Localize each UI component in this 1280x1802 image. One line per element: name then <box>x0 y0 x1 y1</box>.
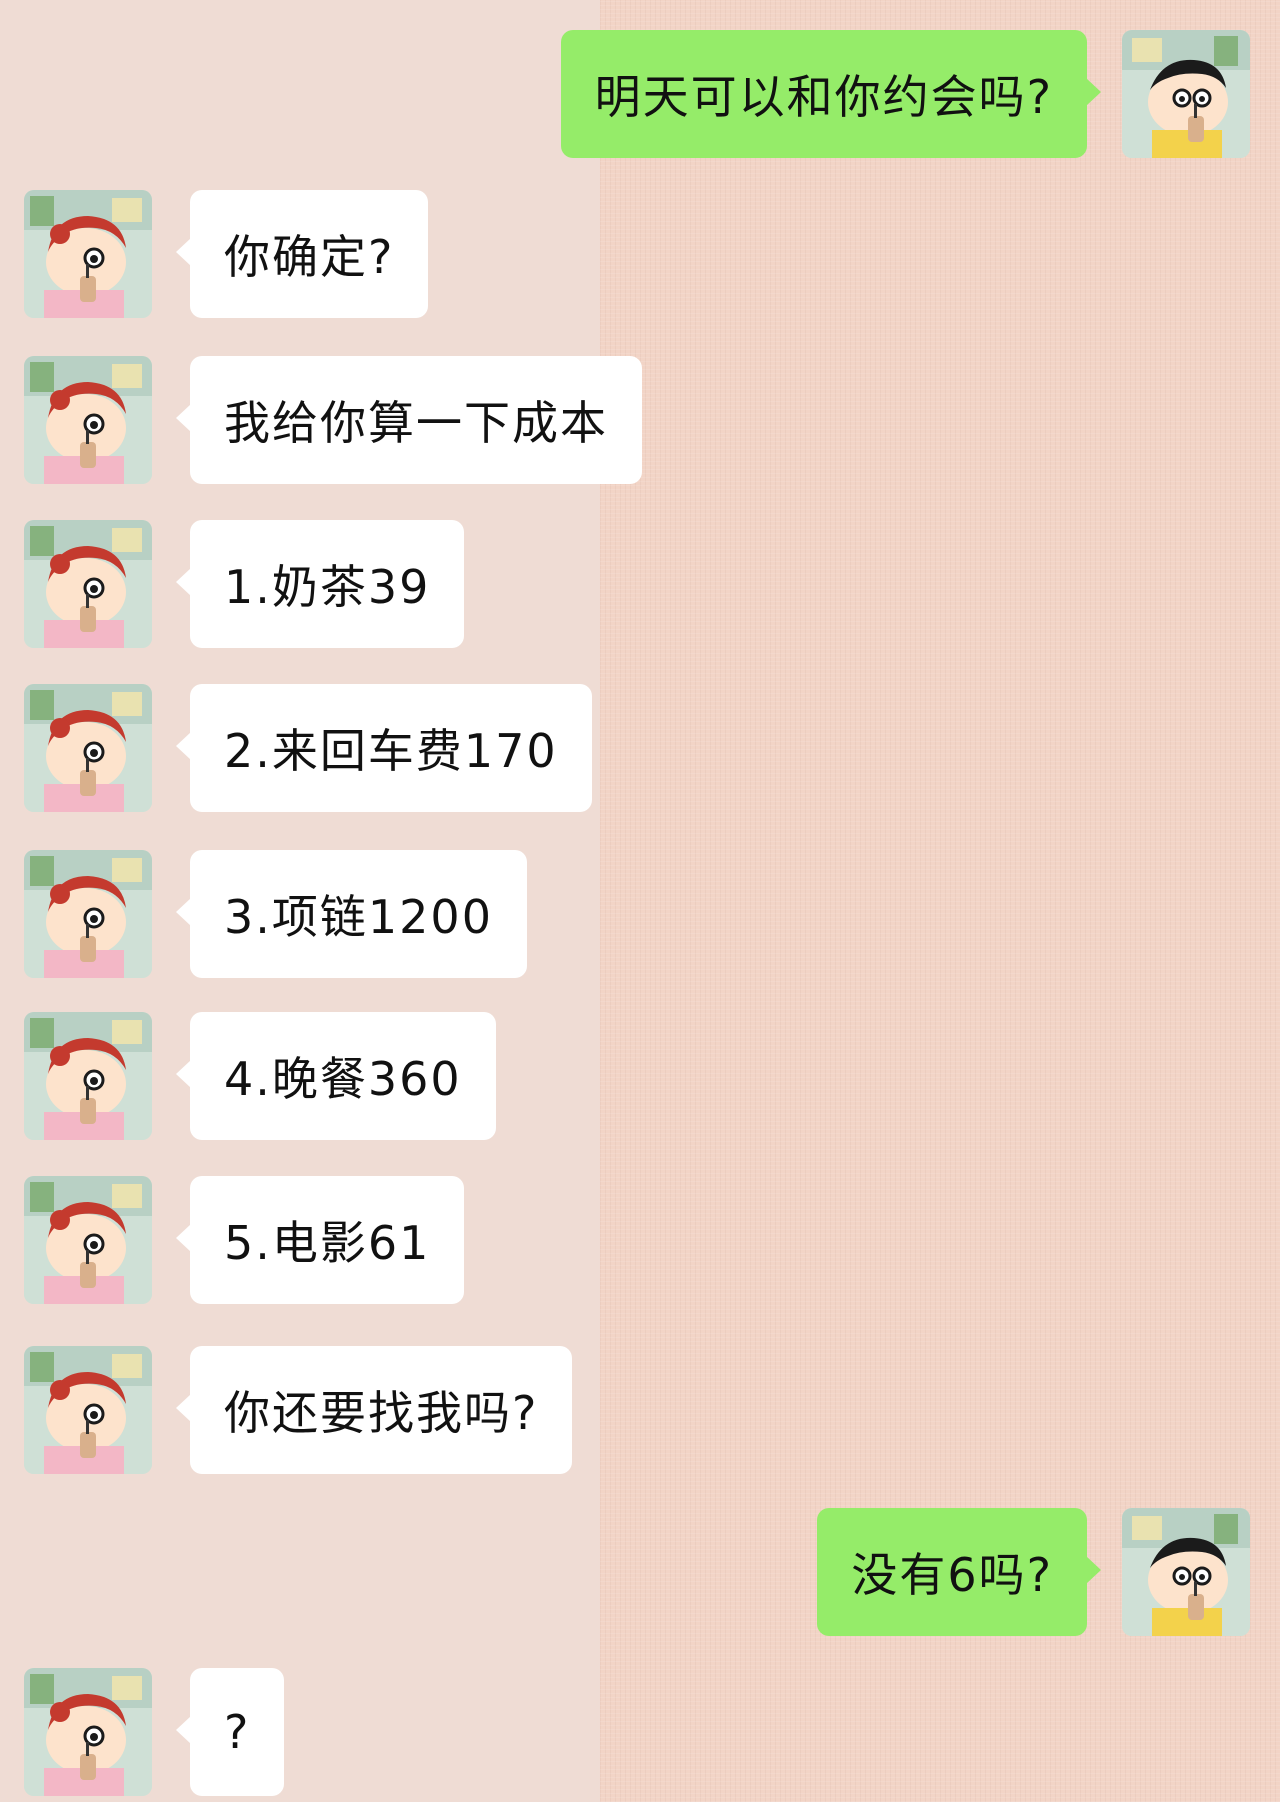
contact-avatar-icon[interactable] <box>24 850 152 978</box>
contact-avatar-icon[interactable] <box>24 1176 152 1304</box>
message-text: ? <box>224 1705 251 1759</box>
message-text: 你还要找我吗? <box>224 1386 539 1440</box>
message-bubble-incoming[interactable]: 2.来回车费170 <box>176 684 592 812</box>
contact-avatar-icon[interactable] <box>24 356 152 484</box>
message-bubble-incoming[interactable]: 4.晚餐360 <box>176 1012 496 1140</box>
message-text: 没有6吗? <box>851 1548 1053 1602</box>
chat-area: 明天可以和你约会吗? 你确定? 我给你算一下成本 1.奶茶39 2.来回车费17… <box>0 0 1280 1802</box>
message-text: 你确定? <box>224 230 395 284</box>
message-bubble-incoming[interactable]: 5.电影61 <box>175 1176 465 1304</box>
self-avatar-icon[interactable] <box>1122 30 1250 158</box>
message-bubble-incoming[interactable]: 我给你算一下成本 <box>176 356 642 484</box>
message-text: 2.来回车费170 <box>224 724 558 778</box>
message-text: 4.晚餐360 <box>224 1052 462 1106</box>
contact-avatar-icon[interactable] <box>24 190 152 318</box>
self-avatar-icon[interactable] <box>1122 1508 1250 1636</box>
contact-avatar-icon[interactable] <box>24 1346 152 1474</box>
message-bubble-incoming[interactable]: 你确定? <box>175 190 429 318</box>
contact-avatar-icon[interactable] <box>24 520 152 648</box>
message-bubble-incoming[interactable]: 1.奶茶39 <box>175 520 465 648</box>
message-bubble-incoming[interactable]: 你还要找我吗? <box>175 1346 573 1474</box>
message-text: 3.项链1200 <box>224 890 493 944</box>
contact-avatar-icon[interactable] <box>24 684 152 812</box>
contact-avatar-icon[interactable] <box>24 1668 152 1796</box>
message-text: 明天可以和你约会吗? <box>594 70 1053 124</box>
message-bubble-outgoing[interactable]: 没有6吗? <box>817 1508 1101 1636</box>
contact-avatar-icon[interactable] <box>24 1012 152 1140</box>
message-text: 我给你算一下成本 <box>224 396 608 450</box>
message-bubble-incoming[interactable]: ? <box>175 1668 285 1796</box>
message-text: 1.奶茶39 <box>224 560 431 614</box>
message-text: 5.电影61 <box>224 1216 431 1270</box>
message-bubble-outgoing[interactable]: 明天可以和你约会吗? <box>560 30 1102 158</box>
message-bubble-incoming[interactable]: 3.项链1200 <box>176 850 527 978</box>
